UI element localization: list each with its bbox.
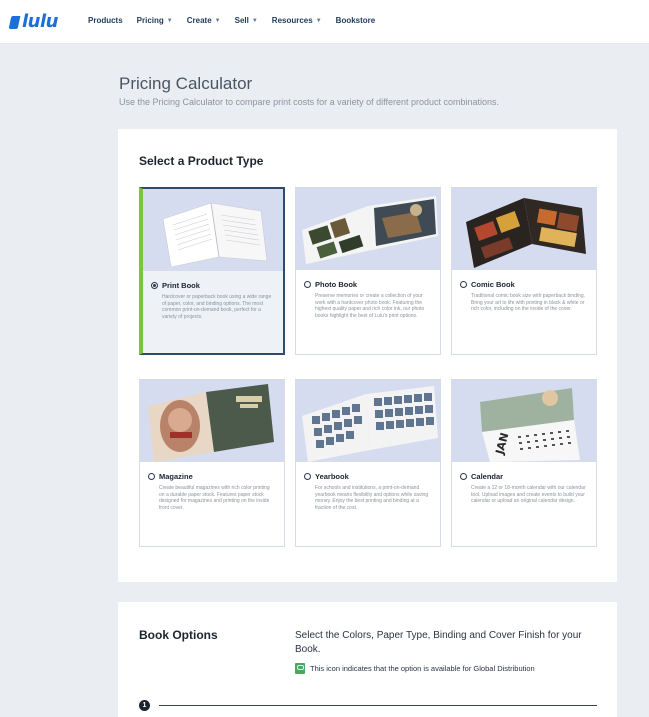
nav-sell[interactable]: Sell ▼ <box>235 16 258 25</box>
nav-pricing[interactable]: Pricing ▼ <box>137 16 173 25</box>
comic-book-body: Comic Book Traditional comic book size w… <box>460 280 588 313</box>
main-nav: Products Pricing ▼ Create ▼ Sell ▼ Resource… <box>88 16 375 25</box>
comic-book-radio-row: Comic Book <box>460 280 588 289</box>
lulu-logo[interactable]: lulu <box>10 11 58 32</box>
step-number-badge: 1 <box>139 700 150 711</box>
book-options-heading: Book Options <box>139 628 218 642</box>
product-card-photo-book[interactable]: Photo Book Preserve memories or create a… <box>295 187 441 355</box>
product-type-panel: Select a Product Type Print Book Hardcov… <box>118 129 617 582</box>
calendar-body: Calendar Create a 12 or 18-month calenda… <box>460 472 588 505</box>
page-title: Pricing Calculator <box>119 74 253 93</box>
radio-button[interactable] <box>304 281 311 288</box>
product-card-calendar[interactable]: JAN Calendar Create a 12 or 18-month cal… <box>451 379 597 547</box>
print-book-radio-row: Print Book <box>151 281 275 290</box>
chevron-down-icon: ▼ <box>214 17 221 24</box>
nav-sell-label: Sell <box>234 16 249 25</box>
nav-bookstore[interactable]: Bookstore <box>336 16 376 25</box>
book-options-panel: Book Options Select the Colors, Paper Ty… <box>118 602 617 717</box>
radio-button[interactable] <box>148 473 155 480</box>
print-book-image <box>143 189 283 271</box>
nav-products[interactable]: Products <box>88 16 123 25</box>
magazine-description: Create beautiful magazines with rich col… <box>159 485 270 511</box>
calendar-image: JAN <box>452 380 596 462</box>
photo-book-label: Photo Book <box>315 280 358 289</box>
magazine-image <box>140 380 284 462</box>
chevron-down-icon: ▼ <box>315 17 322 24</box>
radio-button[interactable] <box>460 281 467 288</box>
calendar-description: Create a 12 or 18-month calendar with ou… <box>471 485 586 505</box>
book-options-description: Select the Colors, Paper Type, Binding a… <box>295 630 582 655</box>
radio-button[interactable] <box>304 473 311 480</box>
product-type-heading: Select a Product Type <box>139 154 264 168</box>
nav-bookstore-label: Bookstore <box>335 16 376 25</box>
calendar-radio-row: Calendar <box>460 472 588 481</box>
yearbook-description: For schools and institutions, a print-on… <box>315 485 429 511</box>
magazine-body: Magazine Create beautiful magazines with… <box>148 472 276 511</box>
nav-create[interactable]: Create ▼ <box>187 16 221 25</box>
nav-resources[interactable]: Resources ▼ <box>272 16 322 25</box>
product-card-comic-book[interactable]: Comic Book Traditional comic book size w… <box>451 187 597 355</box>
radio-button[interactable] <box>460 473 467 480</box>
nav-resources-label: Resources <box>271 16 313 25</box>
magazine-radio-row: Magazine <box>148 472 276 481</box>
comic-book-image <box>452 188 596 270</box>
print-book-body: Print Book Hardcover or paperback book u… <box>151 281 275 320</box>
nav-products-label: Products <box>88 16 123 25</box>
print-book-label: Print Book <box>162 281 200 290</box>
step-divider <box>159 705 597 706</box>
photo-book-body: Photo Book Preserve memories or create a… <box>304 280 432 319</box>
global-distribution-icon <box>295 663 305 674</box>
top-navigation-bar: lulu Products Pricing ▼ Create ▼ Sell ▼ Res… <box>0 0 649 44</box>
calendar-label: Calendar <box>471 472 504 481</box>
photo-book-image <box>296 188 440 270</box>
chevron-down-icon: ▼ <box>166 17 173 24</box>
chevron-down-icon: ▼ <box>251 17 258 24</box>
yearbook-label: Yearbook <box>315 472 349 481</box>
photo-book-radio-row: Photo Book <box>304 280 432 289</box>
logo-text: lulu <box>22 11 58 32</box>
yearbook-radio-row: Yearbook <box>304 472 432 481</box>
comic-book-label: Comic Book <box>471 280 515 289</box>
magazine-label: Magazine <box>159 472 193 481</box>
global-distribution-note: This icon indicates that the option is a… <box>295 663 535 674</box>
yearbook-image <box>296 380 440 462</box>
product-card-yearbook[interactable]: Yearbook For schools and institutions, a… <box>295 379 441 547</box>
product-card-print-book[interactable]: Print Book Hardcover or paperback book u… <box>139 187 285 355</box>
radio-button-selected[interactable] <box>151 282 158 289</box>
comic-book-description: Traditional comic book size with paperba… <box>471 293 586 313</box>
print-book-description: Hardcover or paperback book using a wide… <box>162 294 272 320</box>
page-subtitle: Use the Pricing Calculator to compare pr… <box>119 97 500 107</box>
lulu-logo-icon <box>10 14 20 30</box>
global-distribution-note-text: This icon indicates that the option is a… <box>310 664 535 673</box>
product-card-magazine[interactable]: Magazine Create beautiful magazines with… <box>139 379 285 547</box>
yearbook-body: Yearbook For schools and institutions, a… <box>304 472 432 511</box>
photo-book-description: Preserve memories or create a collection… <box>315 293 425 319</box>
nav-create-label: Create <box>186 16 212 25</box>
nav-pricing-label: Pricing <box>136 16 164 25</box>
